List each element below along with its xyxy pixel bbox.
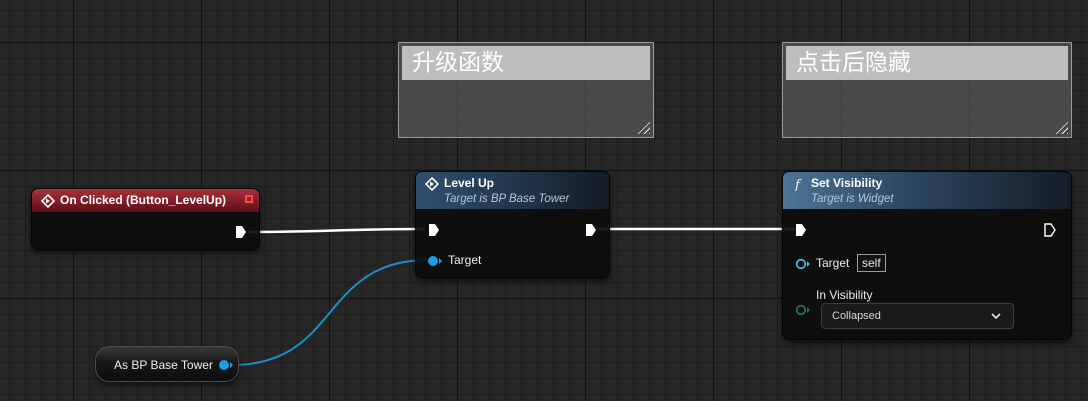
exec-output-pin[interactable] <box>235 225 247 239</box>
enum-visibility-pin[interactable] <box>795 304 811 316</box>
exec-output-pin[interactable] <box>1044 223 1056 237</box>
exec-input-pin[interactable] <box>428 223 440 237</box>
in-visibility-label: In Visibility <box>816 288 873 302</box>
comment-box-level-up[interactable]: 升级函数 <box>398 42 654 138</box>
function-node-level-up[interactable]: Level Up Target is BP Base Tower Target <box>415 171 610 278</box>
object-output-pin[interactable] <box>218 359 234 371</box>
resize-grip-icon[interactable] <box>636 120 650 134</box>
node-title: Set Visibility <box>811 176 883 190</box>
exec-input-pin[interactable] <box>795 223 807 237</box>
function-f-icon: f <box>794 178 802 191</box>
object-target-pin[interactable] <box>427 255 443 267</box>
svg-text:f: f <box>794 178 802 191</box>
target-self-input[interactable]: self <box>857 254 886 272</box>
function-diamond-icon <box>425 177 439 191</box>
exec-wire-event-to-levelup[interactable] <box>248 227 426 234</box>
cast-node-as-bp-base-tower[interactable]: As BP Base Tower <box>95 346 239 382</box>
resize-grip-icon[interactable] <box>1054 120 1068 134</box>
visibility-dropdown-value: Collapsed <box>832 310 881 322</box>
function-node-set-visibility[interactable]: f Set Visibility Target is Widget Target… <box>782 171 1072 340</box>
event-node-header[interactable]: On Clicked (Button_LevelUp) <box>32 189 259 212</box>
target-pin-label: Target <box>448 253 482 267</box>
chevron-down-icon <box>991 313 1001 320</box>
visibility-dropdown[interactable]: Collapsed <box>821 303 1014 329</box>
node-title: On Clicked (Button_LevelUp) <box>60 193 227 207</box>
function-node-header[interactable]: Level Up Target is BP Base Tower <box>416 172 609 209</box>
node-subtitle: Target is BP Base Tower <box>444 193 570 205</box>
exec-output-pin[interactable] <box>585 223 597 237</box>
node-title: Level Up <box>444 176 495 190</box>
event-node-on-clicked[interactable]: On Clicked (Button_LevelUp) <box>31 188 260 250</box>
comment-title[interactable]: 点击后隐藏 <box>786 46 1068 80</box>
node-subtitle: Target is Widget <box>811 193 894 205</box>
comment-box-hide-after-click[interactable]: 点击后隐藏 <box>782 42 1072 138</box>
target-pin-label: Target <box>816 256 850 270</box>
comment-title[interactable]: 升级函数 <box>402 46 650 80</box>
function-node-header[interactable]: f Set Visibility Target is Widget <box>783 172 1071 209</box>
delegate-pin-icon[interactable] <box>245 195 253 203</box>
object-wire-cast-to-target[interactable] <box>231 259 429 366</box>
event-diamond-icon <box>41 194 55 208</box>
cast-node-label: As BP Base Tower <box>114 358 213 372</box>
widget-target-pin[interactable] <box>795 258 811 270</box>
